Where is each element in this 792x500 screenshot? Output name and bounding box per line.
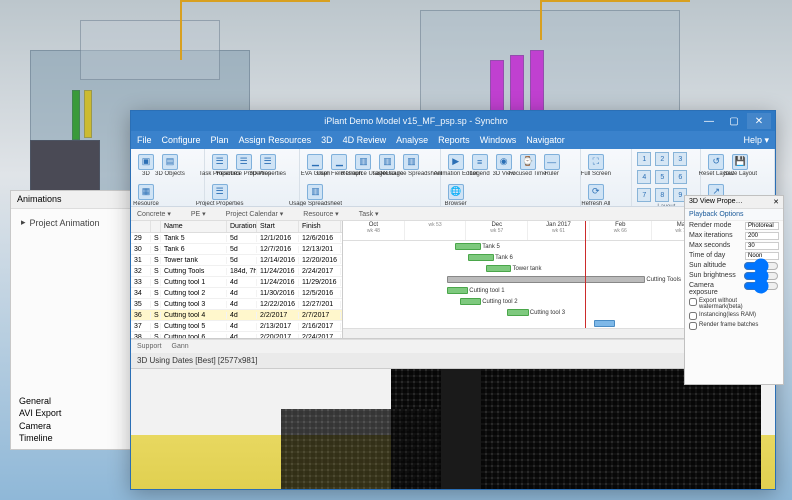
ribbon-project-properties[interactable]: ☰Project Properties xyxy=(209,181,231,207)
subbar-project-calendar[interactable]: Project Calendar ▾ xyxy=(226,210,284,218)
task-row[interactable]: 36SCutting tool 44d2/2/20172/7/2017 xyxy=(131,310,342,321)
status-tab[interactable]: Gann xyxy=(172,343,189,350)
ribbon-resource-spreadsheet[interactable]: ▥Resource Spreadsheet xyxy=(400,151,422,179)
layout-preset-6[interactable]: 6 xyxy=(673,170,687,184)
3d-view-header: 3D Using Dates [Best] [2577x981] 📌 ▾ ✕ xyxy=(131,353,775,369)
task-row[interactable]: 32SCutting Tools184d, 7h11/24/20162/24/2… xyxy=(131,266,342,277)
prop-field[interactable]: Max seconds30 xyxy=(685,241,783,251)
ribbon-resource[interactable]: ▦Resource xyxy=(135,181,157,207)
layout-preset-4[interactable]: 4 xyxy=(637,170,651,184)
menubar: File Configure Plan Assign Resources 3D 4D Re… xyxy=(131,131,775,149)
subbar-concrete[interactable]: Concrete ▾ xyxy=(137,210,171,218)
subbar-resource[interactable]: Resource ▾ xyxy=(303,210,338,218)
task-row[interactable]: 29STank 55d12/1/201612/6/2016 xyxy=(131,233,342,244)
task-header[interactable]: Start xyxy=(257,221,299,232)
3d-viewport[interactable] xyxy=(131,369,775,489)
task-row[interactable]: 37SCutting tool 54d2/13/20172/16/2017 xyxy=(131,321,342,332)
prop-field[interactable]: Render modePhotoreal xyxy=(685,221,783,231)
gantt-bar[interactable]: Tank 6 xyxy=(468,254,494,261)
gantt-bar[interactable]: Tank 5 xyxy=(455,243,481,250)
ribbon-refresh-all[interactable]: ⟳Refresh All xyxy=(585,181,607,207)
ribbon-save-layout[interactable]: 💾Save Layout xyxy=(729,151,751,179)
task-table[interactable]: NameDurationStartFinish 29STank 55d12/1/… xyxy=(131,221,343,338)
chevron-right-icon: ▸ xyxy=(21,217,26,228)
gantt-status-bar: Support Gann xyxy=(131,339,775,353)
ribbon-full-screen[interactable]: ⛶Full Screen xyxy=(585,151,607,179)
ribbon-focused-time[interactable]: ⌚Focused Time xyxy=(517,151,539,179)
minimize-button[interactable]: — xyxy=(697,113,721,129)
close-button[interactable]: ✕ xyxy=(747,113,771,129)
main-window: iPlant Demo Model v15_MF_psp.sp - Synchr… xyxy=(130,110,776,490)
task-row[interactable]: 33SCutting tool 14d11/24/201611/29/2016 xyxy=(131,277,342,288)
gantt-month: Decwk 57 xyxy=(466,221,528,240)
subbar-task[interactable]: Task ▾ xyxy=(359,210,379,218)
gantt-bar[interactable] xyxy=(594,320,616,327)
titlebar: iPlant Demo Model v15_MF_psp.sp - Synchr… xyxy=(131,111,775,131)
menu-windows[interactable]: Windows xyxy=(480,135,517,145)
subbar-pe[interactable]: PE ▾ xyxy=(191,210,206,218)
3d-view-properties-panel: 3D View Prope… ✕ Playback Options Render… xyxy=(684,195,784,385)
prop-field[interactable]: Max iterations200 xyxy=(685,231,783,241)
maximize-button[interactable]: ▢ xyxy=(722,113,746,129)
ribbon-3d[interactable]: ▣3D xyxy=(135,151,157,179)
ribbon: ▣3D▤3D Objects▦ResourceCommon☰Task Prope… xyxy=(131,149,775,207)
ribbon-animation-editor[interactable]: ▶Animation Editor xyxy=(445,151,467,179)
layout-preset-5[interactable]: 5 xyxy=(655,170,669,184)
layout-preset-2[interactable]: 2 xyxy=(655,152,669,166)
gantt-month: Jan 2017wk 61 xyxy=(528,221,590,240)
task-row[interactable]: 34SCutting tool 24d11/30/201612/5/2016 xyxy=(131,288,342,299)
menu-analyse[interactable]: Analyse xyxy=(396,135,428,145)
layout-preset-1[interactable]: 1 xyxy=(637,152,651,166)
menu-file[interactable]: File xyxy=(137,135,152,145)
task-header[interactable]: Finish xyxy=(299,221,341,232)
menu-navigator[interactable]: Navigator xyxy=(526,135,565,145)
gantt-bar[interactable]: Tower tank xyxy=(486,265,512,272)
menu-4d-review[interactable]: 4D Review xyxy=(343,135,387,145)
menu-configure[interactable]: Configure xyxy=(162,135,201,145)
gantt-bar[interactable]: Cutting tool 3 xyxy=(507,309,529,316)
gantt-bar[interactable]: Cutting tool 2 xyxy=(460,298,482,305)
menu-3d[interactable]: 3D xyxy=(321,135,333,145)
gantt-month: Octwk 48 xyxy=(343,221,405,240)
layout-preset-8[interactable]: 8 xyxy=(655,188,669,202)
task-row[interactable]: 31STower tank5d12/14/201612/20/2016 xyxy=(131,255,342,266)
gantt-month: wk 53 xyxy=(405,221,467,240)
menu-reports[interactable]: Reports xyxy=(438,135,470,145)
menu-assign-resources[interactable]: Assign Resources xyxy=(239,135,312,145)
task-row[interactable]: 30STank 65d12/7/201612/13/201 xyxy=(131,244,342,255)
ribbon-usage-spreadsheet[interactable]: ▥Usage Spreadsheet xyxy=(304,181,326,207)
prop-slider[interactable]: Camera exposure xyxy=(685,281,783,297)
window-title: iPlant Demo Model v15_MF_psp.sp - Synchr… xyxy=(135,116,697,126)
gantt-month: Febwk 66 xyxy=(590,221,652,240)
gantt-bar[interactable]: Cutting tool 1 xyxy=(447,287,469,294)
task-header[interactable] xyxy=(131,221,151,232)
layout-preset-3[interactable]: 3 xyxy=(673,152,687,166)
ribbon-3d-objects[interactable]: ▤3D Objects xyxy=(159,151,181,179)
layout-preset-7[interactable]: 7 xyxy=(637,188,651,202)
task-header[interactable]: Duration xyxy=(227,221,257,232)
task-gantt-row: NameDurationStartFinish 29STank 55d12/1/… xyxy=(131,221,775,339)
ribbon-ruler[interactable]: —Ruler xyxy=(541,151,563,179)
animations-title: Animations xyxy=(17,194,62,205)
status-tab[interactable]: Support xyxy=(137,343,162,350)
ribbon-3d-properties[interactable]: ☰3D Properties xyxy=(257,151,279,179)
ribbon-browser[interactable]: 🌐Browser xyxy=(445,181,467,207)
menu-help[interactable]: Help ▾ xyxy=(743,135,769,146)
3d-view-title: 3D Using Dates [Best] [2577x981] xyxy=(137,356,258,365)
props-title: 3D View Prope… xyxy=(689,198,743,206)
menu-plan[interactable]: Plan xyxy=(211,135,229,145)
close-icon[interactable]: ✕ xyxy=(773,198,779,206)
prop-checkbox[interactable]: Render frame batches xyxy=(685,321,783,331)
task-row[interactable]: 35SCutting tool 34d12/22/201612/27/201 xyxy=(131,299,342,310)
task-row[interactable]: 38SCutting tool 64d2/20/20172/24/2017 xyxy=(131,332,342,338)
task-header[interactable] xyxy=(151,221,161,232)
props-section: Playback Options xyxy=(685,209,783,221)
context-bar: Concrete ▾ PE ▾ Project Calendar ▾ Resource… xyxy=(131,207,775,221)
prop-checkbox[interactable]: Instancing(less RAM) xyxy=(685,311,783,321)
prop-checkbox[interactable]: Export without watermark(beta) xyxy=(685,297,783,311)
today-marker xyxy=(585,221,586,338)
task-header[interactable]: Name xyxy=(161,221,227,232)
gantt-bar[interactable]: Cutting Tools xyxy=(447,276,646,283)
ribbon-legend[interactable]: ≡Legend xyxy=(469,151,491,179)
